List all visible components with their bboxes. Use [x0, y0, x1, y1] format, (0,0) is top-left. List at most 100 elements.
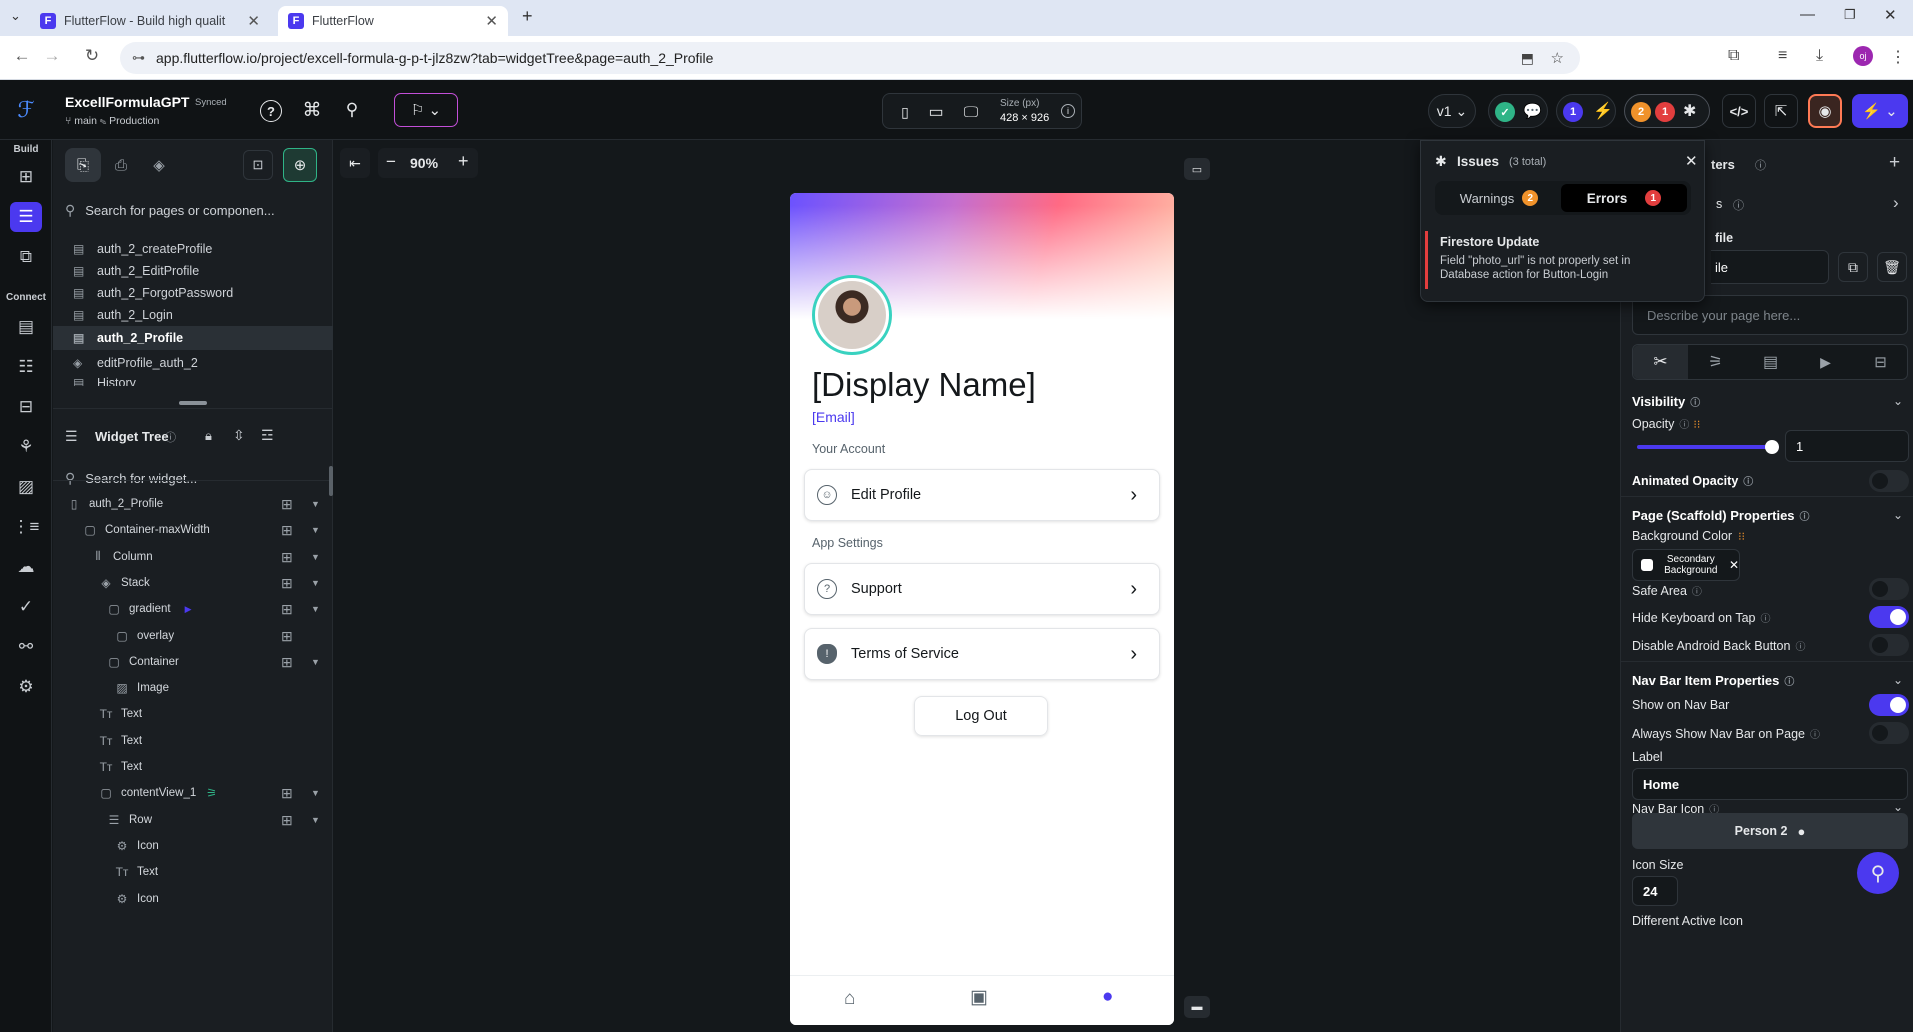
search-icon[interactable]: ⚲ — [340, 98, 364, 122]
collapse-panel-icon[interactable]: ⇤ — [340, 148, 370, 178]
run-button[interactable]: ⚡ ⌄ — [1852, 94, 1908, 128]
mobile-icon[interactable]: ▯ — [897, 102, 913, 122]
page-item[interactable]: ◈ editProfile_auth_2 — [73, 352, 198, 374]
add-child-icon[interactable]: ⊞ — [281, 628, 293, 645]
close-icon[interactable]: ✕ — [485, 12, 498, 30]
person-icon[interactable]: ● — [1102, 986, 1113, 1008]
avatar[interactable] — [812, 275, 892, 355]
code-icon[interactable]: </> — [1722, 94, 1756, 128]
home-icon[interactable]: ⌂ — [844, 988, 855, 1010]
background-color-picker[interactable]: Secondary Background ✕ — [1632, 549, 1740, 581]
tree-node[interactable]: ◈ Stack — [99, 573, 149, 593]
tree-node[interactable]: ▢ Container-maxWidth — [83, 520, 210, 540]
nav-icon-picker[interactable]: Person 2 ● — [1632, 813, 1908, 849]
add-child-icon[interactable]: ⊞ — [281, 601, 293, 618]
app-state-icon[interactable]: ⊟ — [10, 392, 42, 422]
download-icon[interactable]: ⤓ — [1816, 47, 1823, 65]
widget-tree-icon[interactable]: ☰ — [10, 202, 42, 232]
add-page-icon[interactable]: ⊕ — [283, 148, 317, 182]
tree-scrollbar[interactable] — [329, 466, 333, 496]
chevron-right-icon[interactable]: › — [1893, 193, 1899, 213]
comments-icon[interactable]: 💬 — [1523, 102, 1542, 120]
page-name-field[interactable]: ile — [1711, 250, 1829, 284]
settings-gear-icon[interactable]: ⚙ — [10, 672, 42, 702]
url-field[interactable]: ⊶ app.flutterflow.io/project/excell-form… — [120, 42, 1580, 74]
bug-icon[interactable]: ✱ — [1683, 101, 1696, 121]
play-icon[interactable]: ▶ — [185, 604, 192, 615]
theme-icon[interactable]: ⚘ — [10, 432, 42, 462]
components-tab-icon[interactable]: ⎙ — [103, 148, 139, 182]
chevron-down-icon[interactable]: ▼ — [311, 788, 320, 798]
chevron-down-icon[interactable]: ▼ — [311, 552, 320, 562]
icon-size-input[interactable]: 24 — [1632, 876, 1678, 906]
chevron-down-icon[interactable]: ⌄ — [1893, 394, 1903, 408]
chevron-down-icon[interactable]: ▼ — [311, 815, 320, 825]
scaffold-header[interactable]: Page (Scaffold) Properties ⓘ — [1632, 508, 1810, 523]
tree-node[interactable]: ▨ Image — [115, 678, 169, 698]
support-chat-button[interactable]: ⚲ — [1857, 852, 1899, 894]
minimize-icon[interactable]: — — [1800, 6, 1815, 23]
lightning-icon[interactable]: ⚡ — [1593, 101, 1613, 121]
info-icon[interactable]: ⓘ — [1760, 614, 1770, 625]
tree-node[interactable]: Tт Text — [99, 704, 143, 724]
tree-node[interactable]: ▢ Container — [107, 652, 179, 672]
add-child-icon[interactable]: ⊞ — [281, 654, 293, 671]
version-selector[interactable]: v1 ⌄ — [1428, 94, 1476, 128]
info-icon[interactable]: ⓘ — [1810, 730, 1820, 741]
chevron-down-icon[interactable]: ▼ — [311, 604, 320, 614]
window-close-icon[interactable]: ✕ — [1884, 6, 1897, 24]
terms-card[interactable]: ! Terms of Service › — [804, 628, 1160, 680]
test-icon[interactable]: ✓ — [10, 592, 42, 622]
zoom-level[interactable]: 90% — [410, 155, 438, 171]
chevron-down-icon[interactable]: ▼ — [311, 499, 320, 509]
variable-icon[interactable]: ⁝⁝ — [1738, 531, 1745, 543]
show-on-nav-toggle[interactable] — [1869, 694, 1909, 716]
chevron-down-icon[interactable]: ▼ — [311, 525, 320, 535]
menu-icon[interactable]: ⋮ — [1890, 47, 1906, 67]
cloud-functions-icon[interactable]: ☁ — [10, 552, 42, 582]
variable-icon[interactable]: ⁝⁝ — [1693, 419, 1700, 431]
warning-count[interactable]: 2 — [1631, 102, 1651, 122]
state-tab-icon[interactable]: ⊟ — [1853, 345, 1908, 379]
add-child-icon[interactable]: ⊞ — [281, 575, 293, 592]
chevron-down-icon[interactable]: ⌄ — [1893, 673, 1903, 687]
help-icon[interactable]: ? — [260, 100, 282, 122]
custom-code-icon[interactable]: ⋮≡ — [10, 512, 42, 542]
nav-label-input[interactable]: Home — [1632, 768, 1908, 800]
properties-tab-icon[interactable]: ✂ — [1633, 345, 1688, 379]
actions-tab-icon[interactable]: ⚞ — [1688, 345, 1743, 379]
support-card[interactable]: ? Support › — [804, 563, 1160, 615]
info-icon[interactable]: ⓘ — [1692, 587, 1702, 598]
disable-back-toggle[interactable] — [1869, 634, 1909, 656]
info-icon[interactable]: ⓘ — [165, 429, 176, 445]
chevron-down-icon[interactable]: ▼ — [311, 578, 320, 588]
contacts-icon[interactable]: ▣ — [970, 986, 988, 1009]
flutterflow-logo-icon[interactable]: ℱ — [10, 94, 42, 126]
tab-search-icon[interactable]: ⌄ — [10, 8, 21, 24]
visibility-header[interactable]: Visibility ⓘ — [1632, 394, 1700, 409]
info-icon[interactable]: ⓘ — [1800, 512, 1810, 523]
desktop-icon[interactable]: 🖵 — [961, 102, 981, 122]
media-assets-icon[interactable]: ▨ — [10, 472, 42, 502]
add-widget-icon[interactable]: ⊞ — [10, 162, 42, 192]
site-info-icon[interactable]: ⊶ — [132, 50, 145, 66]
tablet-icon[interactable]: ▭ — [927, 102, 945, 122]
share-icon[interactable]: ⇱ — [1764, 94, 1798, 128]
nav-bar-props-header[interactable]: Nav Bar Item Properties ⓘ — [1632, 673, 1794, 688]
tree-node[interactable]: ☰ Row — [107, 810, 152, 830]
search-widget-input[interactable]: ⚲ Search for widget... — [65, 466, 321, 490]
animated-opacity-toggle[interactable] — [1869, 470, 1909, 492]
project-name[interactable]: ExcellFormulaGPT — [65, 94, 189, 110]
chevron-down-icon[interactable]: ▼ — [311, 657, 320, 667]
forward-icon[interactable]: → — [40, 46, 64, 66]
zoom-out-button[interactable]: − — [386, 152, 396, 172]
issue-item[interactable]: Firestore Update Field "photo_url" is no… — [1425, 231, 1701, 289]
search-pages-input[interactable]: ⚲ Search for pages or componen... — [65, 198, 321, 222]
copy-icon[interactable]: ⧉ — [1838, 252, 1868, 282]
tree-node[interactable]: Tт Text — [99, 731, 143, 751]
new-tab-icon[interactable]: + — [522, 6, 533, 27]
info-icon[interactable]: ⓘ — [1679, 420, 1689, 431]
safe-area-toggle[interactable] — [1869, 578, 1909, 600]
check-status-icon[interactable]: ✓ — [1495, 102, 1515, 122]
page-item[interactable]: ▤ auth_2_ForgotPassword — [73, 282, 233, 304]
